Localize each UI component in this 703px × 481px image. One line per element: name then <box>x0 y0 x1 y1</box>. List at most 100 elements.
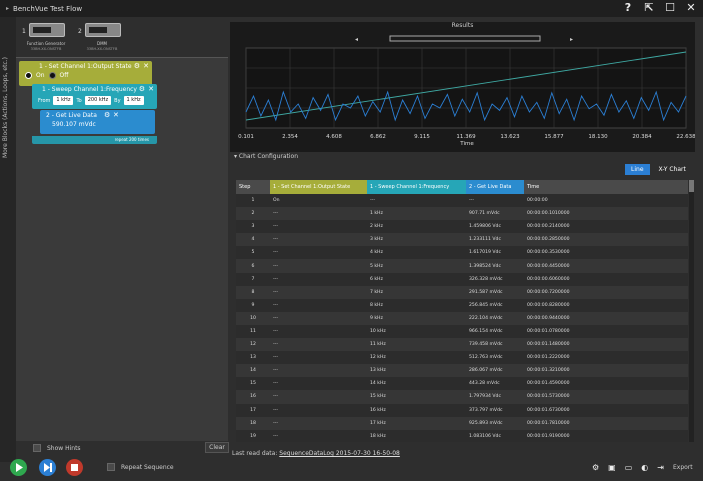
stop-button[interactable] <box>66 459 83 476</box>
table-cell: 00:00:01.3210000 <box>524 364 688 378</box>
column-header[interactable]: Time <box>524 180 688 194</box>
column-header[interactable]: 1 - Sweep Channel 1:Frequency <box>367 180 466 194</box>
table-cell: 222.104 mVdc <box>466 311 524 325</box>
table-cell: 3 kHz <box>367 233 466 247</box>
show-hints-checkbox[interactable] <box>33 444 41 452</box>
table-cell: 6 <box>236 259 270 273</box>
repeat-label: repeat 200 times <box>114 137 149 142</box>
block-set-output-state[interactable]: 1 - Set Channel 1:Output State ⚙ ✕ On Of… <box>19 61 152 86</box>
by-label: By <box>114 97 121 104</box>
gear-icon[interactable]: ⚙ <box>134 62 140 70</box>
table-row[interactable]: 10 --- 9 kHz 222.104 mVdc 00:00:00.9440000 <box>236 311 688 325</box>
repeat-sequence[interactable]: Repeat Sequence <box>107 463 174 471</box>
repeat-bar[interactable]: repeat 200 times <box>32 136 157 144</box>
export-button[interactable]: Export <box>673 464 693 471</box>
close-icon[interactable]: ✕ <box>143 62 149 70</box>
xy-chart-button[interactable]: X-Y Chart <box>653 164 692 175</box>
table-row[interactable]: 3 --- 2 kHz 1.459806 Vdc 00:00:00.2140000 <box>236 220 688 234</box>
by-input[interactable]: 1 kHz <box>123 96 144 105</box>
export-icon[interactable]: ⇥ <box>657 463 664 472</box>
table-row[interactable]: 14 --- 13 kHz 286.067 mVdc 00:00:01.3210000 <box>236 364 688 378</box>
table-row[interactable]: 18 --- 17 kHz 925.893 mVdc 00:00:01.7810000 <box>236 416 688 430</box>
chart-configuration[interactable]: ▾ Chart Configuration <box>230 153 695 163</box>
clear-button[interactable]: Clear <box>205 442 229 453</box>
vertical-tab-strip: More Blocks (Actions, Loops, etc.) <box>0 17 16 462</box>
results-chart[interactable]: ◂ ▸ 0.101 2.354 4.608 6.862 9.115 11.369 13.623 1… <box>230 22 695 152</box>
close-icon[interactable]: ✕ <box>148 85 154 93</box>
help-icon[interactable]: ? <box>622 2 634 14</box>
table-cell: --- <box>270 390 367 404</box>
maximize-icon[interactable]: ☐ <box>664 2 676 14</box>
scroll-thumb[interactable] <box>689 180 694 192</box>
repeat-sequence-checkbox[interactable] <box>107 463 115 471</box>
table-cell: 18 <box>236 416 270 430</box>
column-header[interactable]: Step <box>236 180 270 194</box>
table-cell: 00:00:00.8280000 <box>524 298 688 312</box>
instrument-icon <box>85 23 121 37</box>
show-hints[interactable]: Show Hints <box>33 444 81 452</box>
table-cell: 2 <box>236 207 270 221</box>
last-read-data: Last read data: SequenceDataLog 2015-07-… <box>232 450 400 457</box>
table-row[interactable]: 16 --- 15 kHz 1.797934 Vdc 00:00:01.5730000 <box>236 390 688 404</box>
instrument-dmm[interactable]: 2 DMM 33BH-XX-ONSTFB <box>76 20 128 56</box>
table-row[interactable]: 8 --- 7 kHz 291.587 mVdc 00:00:00.7200000 <box>236 285 688 299</box>
table-row[interactable]: 19 --- 18 kHz 1.083106 Vdc 00:00:01.9190000 <box>236 429 688 442</box>
table-cell: 00:00:00.2850000 <box>524 233 688 247</box>
save-icon[interactable]: ▣ <box>608 463 616 472</box>
table-row[interactable]: 6 --- 5 kHz 1.398524 Vdc 00:00:00.4450000 <box>236 259 688 273</box>
gear-icon[interactable]: ⚙ <box>104 111 110 119</box>
table-row[interactable]: 11 --- 10 kHz 966.154 mVdc 00:00:01.0780000 <box>236 324 688 339</box>
expand-icon[interactable]: ▸ <box>6 5 9 12</box>
close-icon[interactable]: ✕ <box>685 2 697 14</box>
log-icon[interactable]: ◐ <box>641 463 648 472</box>
table-cell: 443.28 mVdc <box>466 377 524 391</box>
table-cell: --- <box>270 207 367 221</box>
table-row[interactable]: 15 --- 14 kHz 443.28 mVdc 00:00:01.4590000 <box>236 377 688 391</box>
radio-off[interactable] <box>48 72 56 79</box>
table-row[interactable]: 9 --- 8 kHz 256.845 mVdc 00:00:00.8280000 <box>236 298 688 312</box>
more-blocks-tab[interactable]: More Blocks (Actions, Loops, etc.) <box>2 57 9 158</box>
run-button[interactable] <box>10 459 27 476</box>
table-row[interactable]: 7 --- 6 kHz 326.328 mVdc 00:00:00.6060000 <box>236 272 688 286</box>
table-row[interactable]: 2 --- 1 kHz 907.71 mVdc 00:00:00.1010000 <box>236 207 688 221</box>
x-tick-label: 6.862 <box>370 134 386 140</box>
table-cell: 256.845 mVdc <box>466 298 524 312</box>
table-cell: 512.763 mVdc <box>466 351 524 365</box>
table-row[interactable]: 1 On --- --- 00:00:00 <box>236 194 688 208</box>
table-cell: On <box>270 194 367 208</box>
table-row[interactable]: 12 --- 11 kHz 739.458 mVdc 00:00:01.1480000 <box>236 338 688 352</box>
table-row[interactable]: 4 --- 3 kHz 1.233111 Vdc 00:00:00.2850000 <box>236 233 688 247</box>
step-button[interactable] <box>39 459 56 476</box>
table-row[interactable]: 13 --- 12 kHz 512.763 mVdc 00:00:01.2220000 <box>236 351 688 365</box>
table-cell: 00:00:00.7200000 <box>524 285 688 299</box>
table-scrollbar[interactable] <box>689 180 694 442</box>
folder-icon[interactable]: ▭ <box>625 463 633 472</box>
to-input[interactable]: 200 kHz <box>84 96 112 105</box>
last-read-link[interactable]: SequenceDataLog 2015-07-30 16-50-08 <box>279 450 400 457</box>
radio-on[interactable] <box>25 72 32 79</box>
line-view-button[interactable]: Line <box>625 164 650 175</box>
settings-icon[interactable]: ⚙ <box>592 463 599 472</box>
block-sweep-frequency[interactable]: 1 - Sweep Channel 1:Frequency ⚙ ✕ From 1… <box>32 84 157 109</box>
last-read-label: Last read data: <box>232 450 278 457</box>
column-header[interactable]: 1 - Set Channel 1:Output State <box>270 180 367 194</box>
table-cell: 9 <box>236 298 270 312</box>
table-cell: --- <box>270 351 367 365</box>
from-input[interactable]: 1 kHz <box>53 96 74 105</box>
popout-icon[interactable]: ⇱ <box>643 2 655 14</box>
table-cell: 4 <box>236 233 270 247</box>
table-cell: 907.71 mVdc <box>466 207 524 221</box>
table-cell: --- <box>270 285 367 299</box>
block-get-live-data[interactable]: 2 - Get Live Data ⚙ ✕ 590.107 mVdc <box>40 110 155 134</box>
table-cell: 9 kHz <box>367 311 466 325</box>
table-cell: 7 <box>236 272 270 286</box>
step-icon <box>44 463 52 472</box>
table-row[interactable]: 5 --- 4 kHz 1.617019 Vdc 00:00:00.3530000 <box>236 246 688 260</box>
gear-icon[interactable]: ⚙ <box>139 85 145 93</box>
table-cell: 15 kHz <box>367 390 466 404</box>
close-icon[interactable]: ✕ <box>113 111 119 119</box>
title-bar: ▸ BenchVue Test Flow ? ⇱ ☐ ✕ <box>0 0 703 17</box>
column-header[interactable]: 2 - Get Live Data <box>466 180 524 194</box>
table-row[interactable]: 17 --- 16 kHz 373.797 mVdc 00:00:01.6730000 <box>236 403 688 417</box>
instrument-function-generator[interactable]: 1 Function Generator 33BH-XX-ONSTFB <box>20 20 72 56</box>
